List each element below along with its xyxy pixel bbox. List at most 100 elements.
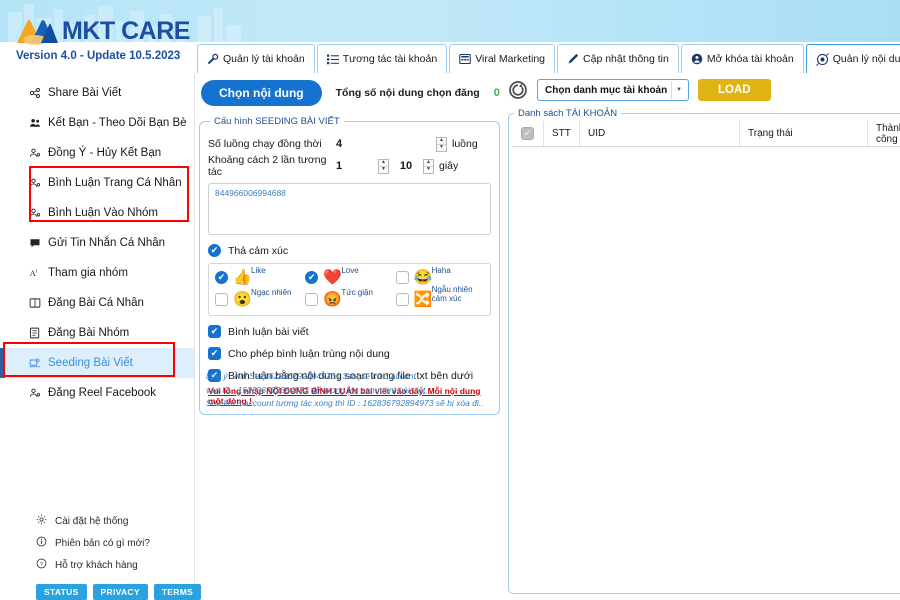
tab-quan-ly-tai-khoan[interactable]: Quản lý tài khoản — [197, 44, 315, 73]
reactions-toggle-checkbox[interactable] — [208, 244, 221, 257]
reaction-haha-label: Haha — [431, 266, 451, 275]
interval-max-stepper[interactable]: ▲ ▼ — [423, 158, 434, 174]
load-button[interactable]: LOAD — [698, 79, 771, 101]
tab-label: Mở khóa tài khoản — [706, 53, 794, 65]
interval-min-stepper[interactable]: ▲ ▼ — [378, 158, 389, 174]
book-icon — [28, 297, 41, 309]
reaction-love[interactable]: ❤️ Love — [305, 266, 395, 286]
option-comment-checkbox[interactable] — [208, 325, 221, 338]
reaction-like[interactable]: 👍 Like — [215, 266, 305, 285]
mkt-logo-icon — [14, 16, 60, 46]
reaction-ngau-nhien-checkbox[interactable] — [395, 293, 409, 306]
badge-status[interactable]: STATUS — [36, 584, 87, 600]
option-duplicate-checkbox[interactable] — [208, 347, 221, 360]
reaction-ngau-nhien[interactable]: 🔀 Ngẫu nhiên cảm xúc — [395, 285, 486, 307]
reaction-love-label: Love — [341, 266, 359, 275]
tab-label: Cập nhật thông tin — [583, 53, 669, 65]
post-id-value: 844966006994688 — [215, 188, 286, 198]
sidebar-item-label: Đồng Ý - Hủy Kết Bạn — [48, 147, 162, 159]
column-header-uid: UID — [580, 121, 740, 146]
tab-label: Quản lý nội dung — [832, 53, 900, 65]
heart-icon: ❤️ — [323, 269, 343, 286]
badge-terms[interactable]: TERMS — [153, 584, 202, 600]
account-table-header: STT UID Trạng thái Thành công — [512, 121, 900, 147]
badge-privacy[interactable]: PRIVACY — [92, 584, 148, 600]
reaction-haha[interactable]: 😂 Haha — [395, 266, 486, 286]
reaction-ngac-nhien[interactable]: 😮 Ngạc nhiên — [215, 288, 305, 307]
reactions-toggle-row[interactable]: Thả cảm xúc — [208, 244, 491, 257]
option-cho-phep-trung-noi-dung[interactable]: Cho phép bình luận trùng nội dung — [208, 347, 491, 360]
system-item-ho-tro-khach-hang[interactable]: ? Hỗ trợ khách hàng — [0, 554, 195, 576]
tab-mo-khoa-tai-khoan[interactable]: Mở khóa tài khoản — [680, 44, 804, 73]
sidebar-item-share-bai-viet[interactable]: Share Bài Viết — [0, 78, 194, 108]
option-binh-luan-bai-viet[interactable]: Bình luận bài viết — [208, 325, 491, 338]
sidebar-item-label: Bình Luận Trang Cá Nhân — [48, 177, 182, 189]
lock-icon — [691, 53, 703, 65]
main-tab-bar: Quản lý tài khoản Tương tác tài khoản Vi… — [197, 42, 900, 73]
reaction-ngac-nhien-checkbox[interactable] — [215, 293, 228, 306]
reaction-tuc-gian-checkbox[interactable] — [305, 293, 319, 306]
chevron-down-icon: ▼ — [671, 81, 686, 99]
reaction-like-checkbox[interactable] — [215, 271, 228, 284]
threads-stepper[interactable]: ▲ ▼ — [436, 136, 447, 152]
reaction-tuc-gian[interactable]: 😡 Tức giận — [305, 288, 395, 307]
tab-cap-nhat-thong-tin[interactable]: Cập nhật thông tin — [557, 44, 679, 73]
account-table-body — [512, 147, 900, 587]
sidebar-item-seeding-bai-viet[interactable]: Seeding Bài Viết — [0, 348, 194, 378]
choose-content-button[interactable]: Chọn nội dung — [201, 80, 322, 106]
system-item-cai-dat-he-thong[interactable]: Cài đặt hệ thống — [0, 510, 195, 532]
post-id-textarea[interactable]: 844966006994688 — [208, 183, 491, 235]
friends-icon — [28, 117, 41, 129]
threads-value: 4 — [336, 138, 343, 150]
person-icon — [28, 177, 41, 189]
logo-area: MKT CARE Version 4.0 - Update 10.5.2023 — [0, 0, 195, 72]
interval-label: Khoảng cách 2 lần tương tác — [208, 154, 327, 178]
option-label: Bình luận bài viết — [228, 325, 309, 338]
sidebar-item-dang-reel-facebook[interactable]: Đăng Reel Facebook — [0, 378, 194, 408]
seeding-config-panel: Cấu hình SEEDING BÀI VIẾT Số luồng chạy … — [199, 116, 500, 415]
interval-min-value: 1 — [336, 160, 343, 172]
right-panel: Chọn danh mục tài khoản ▼ LOAD Danh sách… — [506, 74, 900, 600]
system-item-phien-ban-co-gi-moi[interactable]: Phiên bản có gì mới? — [0, 532, 195, 554]
tab-label: Quản lý tài khoản — [223, 53, 305, 65]
sidebar-item-dong-y-huy-ket-ban[interactable]: Đồng Ý - Hủy Kết Bạn — [0, 138, 194, 168]
sidebar-item-binh-luan-vao-nhom[interactable]: Bình Luận Vào Nhóm — [0, 198, 194, 228]
reactions-group: 👍 Like ❤️ Love 😂 Haha 😮 Ngạc nhiên — [208, 263, 491, 316]
content-toolbar: Chọn nội dung Tổng số nội dung chọn đăng… — [197, 74, 502, 112]
reaction-haha-checkbox[interactable] — [395, 271, 409, 284]
note-line-1: Lưu ý : Khi Set 162836792894973 | 3 thì … — [206, 371, 416, 382]
tab-tuong-tac-tai-khoan[interactable]: Tương tác tài khoản — [316, 44, 448, 73]
bottom-note: Lưu ý : Khi Set 162836792894973 | 3 thì … — [206, 370, 501, 410]
pencil-icon — [568, 53, 579, 64]
laughing-face-icon: 😂 — [413, 269, 433, 286]
refresh-icon[interactable] — [508, 80, 528, 100]
version-label: Version 4.0 - Update 10.5.2023 — [16, 50, 181, 62]
reaction-ngau-nhien-label: Ngẫu nhiên cảm xúc — [431, 285, 473, 303]
threads-label: Số luồng chạy đồng thời — [208, 138, 322, 150]
select-all-header[interactable] — [512, 121, 544, 146]
sidebar-item-dang-bai-nhom[interactable]: Đăng Bài Nhóm — [0, 318, 194, 348]
reaction-like-label: Like — [251, 266, 266, 275]
column-header-stt: STT — [544, 121, 580, 146]
column-header-trang-thai: Trạng thái — [740, 121, 868, 146]
sidebar-item-tham-gia-nhom[interactable]: Ai Tham gia nhóm — [0, 258, 194, 288]
sidebar-item-ket-ban-theo-doi[interactable]: Kết Bạn - Theo Dõi Bạn Bè — [0, 108, 194, 138]
tab-quan-ly-noi-dung[interactable]: Quản lý nội dung — [805, 44, 900, 73]
sidebar-item-label: Share Bài Viết — [48, 87, 122, 99]
help-icon: ? — [36, 558, 47, 572]
system-item-label: Cài đặt hệ thống — [55, 515, 129, 527]
select-all-checkbox[interactable] — [521, 127, 534, 140]
sidebar-item-dang-bai-ca-nhan[interactable]: Đăng Bài Cá Nhân — [0, 288, 194, 318]
account-category-select[interactable]: Chọn danh mục tài khoản ▼ — [537, 79, 689, 101]
center-panel: Chọn nội dung Tổng số nội dung chọn đăng… — [197, 74, 502, 600]
interval-unit: giây — [439, 160, 459, 172]
gear-icon — [36, 514, 47, 528]
sidebar-item-gui-tin-nhan-ca-nhan[interactable]: Gửi Tin Nhắn Cá Nhân — [0, 228, 194, 258]
note-line-3: Sau khi 3 account tương tác xong thì ID … — [206, 397, 484, 408]
sidebar-item-label: Seeding Bài Viết — [48, 357, 133, 369]
tab-viral-marketing[interactable]: Viral Marketing — [449, 44, 556, 73]
sidebar-item-binh-luan-trang-ca-nhan[interactable]: Bình Luận Trang Cá Nhân — [0, 168, 194, 198]
reaction-love-checkbox[interactable] — [305, 271, 319, 284]
page-icon — [28, 327, 41, 339]
interval-row: Khoảng cách 2 lần tương tác 1 ▲ ▼ 10 ▲ ▼ g… — [208, 154, 491, 178]
